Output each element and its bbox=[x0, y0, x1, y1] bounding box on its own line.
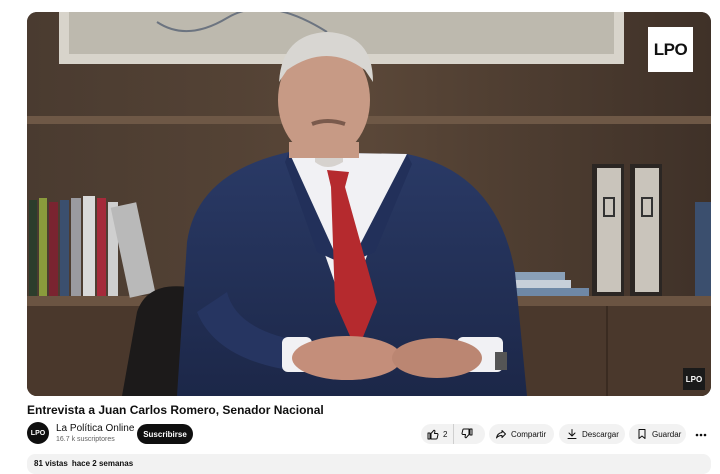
like-count: 2 bbox=[443, 429, 448, 439]
like-button[interactable]: 2 bbox=[421, 424, 455, 444]
video-frame bbox=[27, 12, 711, 396]
dislike-button[interactable] bbox=[454, 424, 473, 444]
download-label: Descargar bbox=[582, 429, 619, 439]
channel-corner-logo[interactable]: LPO bbox=[683, 368, 705, 390]
upload-date: hace 2 semanas bbox=[71, 459, 134, 468]
video-player[interactable]: LPO LPO bbox=[27, 12, 711, 396]
download-button[interactable]: Descargar bbox=[559, 424, 625, 444]
subscriber-count: 16.7 k suscriptores bbox=[56, 436, 115, 443]
save-label: Guardar bbox=[652, 429, 682, 439]
view-count: 81 vistas bbox=[34, 459, 68, 468]
more-icon bbox=[695, 433, 707, 437]
download-icon bbox=[566, 428, 578, 440]
bookmark-icon bbox=[636, 428, 648, 440]
thumbs-down-icon bbox=[461, 428, 473, 440]
channel-avatar[interactable]: LPO bbox=[27, 422, 49, 444]
thumbs-up-icon bbox=[427, 428, 439, 440]
share-button[interactable]: Compartir bbox=[489, 424, 554, 444]
subscribe-button[interactable]: Suscribirse bbox=[137, 424, 193, 444]
save-button[interactable]: Guardar bbox=[629, 424, 686, 444]
more-actions-button[interactable] bbox=[692, 426, 709, 443]
video-meta: 81 vistas hace 2 semanas bbox=[34, 459, 137, 468]
share-icon bbox=[495, 428, 507, 440]
channel-name[interactable]: La Política Online bbox=[56, 423, 134, 434]
share-label: Compartir bbox=[511, 429, 547, 439]
description-box[interactable]: 81 vistas hace 2 semanas bbox=[27, 454, 711, 474]
video-title: Entrevista a Juan Carlos Romero, Senador… bbox=[27, 403, 324, 417]
like-dislike-group: 2 bbox=[421, 424, 485, 444]
channel-watermark-logo: LPO bbox=[648, 27, 693, 72]
